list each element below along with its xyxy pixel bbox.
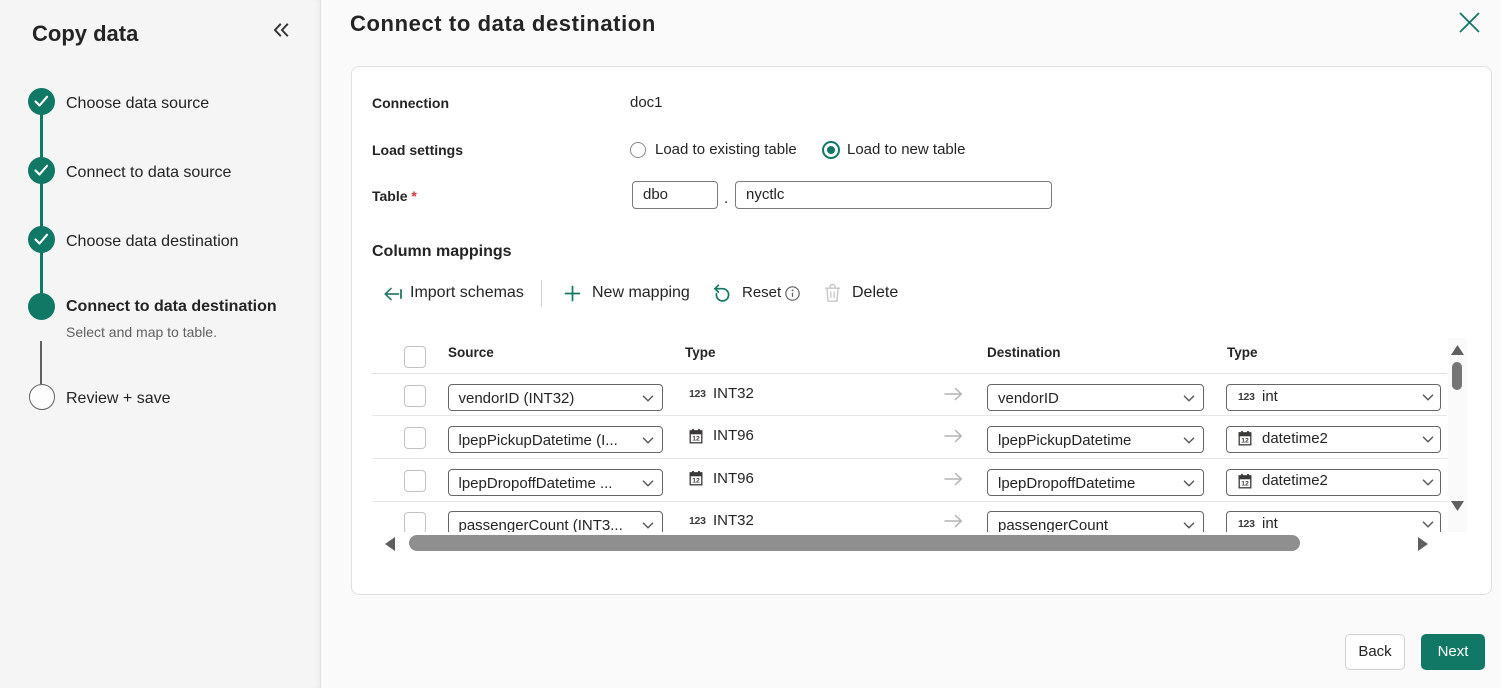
svg-text:12: 12 — [692, 435, 700, 442]
svg-text:12: 12 — [692, 478, 700, 485]
svg-text:12: 12 — [1241, 480, 1249, 487]
svg-text:12: 12 — [1241, 438, 1249, 445]
